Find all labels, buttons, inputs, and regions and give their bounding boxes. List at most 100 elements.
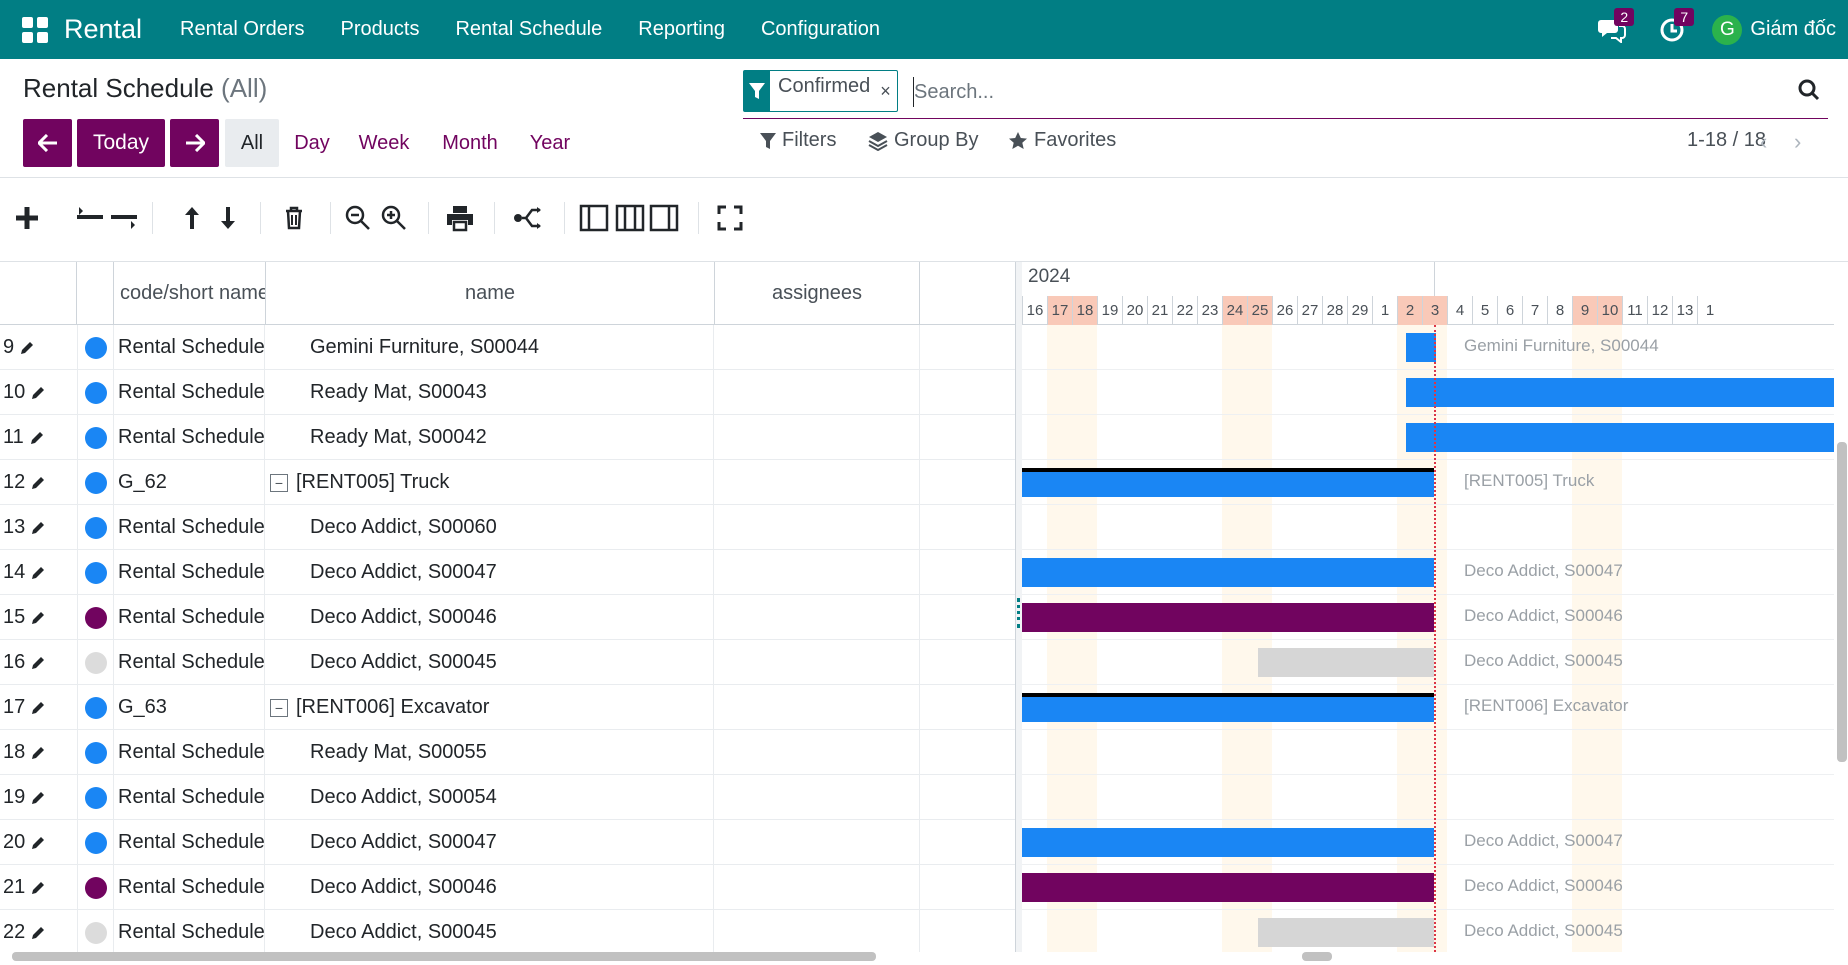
name-cell[interactable]: − [RENT006] Excavator <box>266 685 714 730</box>
zoom-in-icon[interactable] <box>378 202 410 234</box>
edit-pencil-icon[interactable] <box>20 341 34 355</box>
assignees-cell[interactable] <box>715 730 920 775</box>
code-cell[interactable]: Rental Schedule <box>114 865 265 910</box>
today-button[interactable]: Today <box>77 119 165 167</box>
code-cell[interactable]: Rental Schedule <box>114 325 265 370</box>
name-cell[interactable]: − [RENT005] Truck <box>266 460 714 505</box>
pager-prev-icon[interactable]: ‹ <box>1760 129 1767 155</box>
table-row[interactable]: 13 Rental Schedule Deco Addict, S00060 <box>0 505 1015 550</box>
vertical-scrollbar[interactable] <box>1834 262 1848 952</box>
search-icon[interactable] <box>1798 79 1820 101</box>
filters-dropdown[interactable]: Filters <box>760 129 836 152</box>
menu-configuration[interactable]: Configuration <box>743 18 898 41</box>
table-row[interactable]: 15 Rental Schedule Deco Addict, S00046 <box>0 595 1015 640</box>
name-cell[interactable]: Gemini Furniture, S00044 <box>266 325 714 370</box>
scrollbar-thumb[interactable] <box>1837 442 1847 762</box>
chart-only-icon[interactable] <box>648 202 680 234</box>
code-cell[interactable]: Rental Schedule <box>114 730 265 775</box>
scrollbar-thumb[interactable] <box>12 952 876 961</box>
user-name[interactable]: Giám đốc <box>1750 18 1836 41</box>
edit-pencil-icon[interactable] <box>31 521 45 535</box>
outdent-icon[interactable] <box>74 202 106 234</box>
edit-pencil-icon[interactable] <box>31 881 45 895</box>
table-row[interactable]: 16 Rental Schedule Deco Addict, S00045 <box>0 640 1015 685</box>
edit-pencil-icon[interactable] <box>31 746 45 760</box>
table-row[interactable]: 17 G_63− [RENT006] Excavator <box>0 685 1015 730</box>
fullscreen-icon[interactable] <box>714 202 746 234</box>
assignees-cell[interactable] <box>715 460 920 505</box>
activity-menu[interactable]: 7 <box>1642 0 1702 59</box>
assignees-cell[interactable] <box>715 775 920 820</box>
indent-icon[interactable] <box>108 202 140 234</box>
collapse-icon[interactable]: − <box>270 473 288 492</box>
table-row[interactable]: 20 Rental Schedule Deco Addict, S00047 <box>0 820 1015 865</box>
trash-icon[interactable] <box>278 202 310 234</box>
code-cell[interactable]: Rental Schedule <box>114 820 265 865</box>
table-row[interactable]: 19 Rental Schedule Deco Addict, S00054 <box>0 775 1015 820</box>
code-cell[interactable]: G_63 <box>114 685 265 730</box>
assignees-cell[interactable] <box>715 415 920 460</box>
table-row[interactable]: 21 Rental Schedule Deco Addict, S00046 <box>0 865 1015 910</box>
scale-week[interactable]: Week <box>352 119 416 167</box>
edit-pencil-icon[interactable] <box>31 386 45 400</box>
name-cell[interactable]: Deco Addict, S00047 <box>266 820 714 865</box>
move-down-icon[interactable] <box>212 202 244 234</box>
name-cell[interactable]: Deco Addict, S00045 <box>266 640 714 685</box>
table-row[interactable]: 11 Rental Schedule Ready Mat, S00042 <box>0 415 1015 460</box>
edit-pencil-icon[interactable] <box>31 476 45 490</box>
code-cell[interactable]: Rental Schedule <box>114 505 265 550</box>
app-brand[interactable]: Rental <box>64 14 142 45</box>
resize-handle-icon[interactable] <box>1017 598 1021 628</box>
code-cell[interactable]: Rental Schedule <box>114 595 265 640</box>
edit-pencil-icon[interactable] <box>30 431 44 445</box>
gantt-group-bar[interactable] <box>1022 468 1434 497</box>
menu-products[interactable]: Products <box>323 18 438 41</box>
scale-all[interactable]: All <box>225 119 279 167</box>
assignees-cell[interactable] <box>715 325 920 370</box>
gantt-task-bar[interactable] <box>1022 558 1434 587</box>
user-avatar[interactable]: G <box>1712 14 1743 45</box>
gantt-task-bar[interactable] <box>1258 918 1434 947</box>
pager-value[interactable]: 1-18 / 18 <box>1687 129 1766 152</box>
scale-month[interactable]: Month <box>432 119 508 167</box>
col-header-name[interactable]: name <box>266 262 715 325</box>
name-cell[interactable]: Deco Addict, S00060 <box>266 505 714 550</box>
move-up-icon[interactable] <box>176 202 208 234</box>
edit-pencil-icon[interactable] <box>31 611 45 625</box>
app-menu-icon[interactable] <box>22 16 48 43</box>
name-cell[interactable]: Deco Addict, S00054 <box>266 775 714 820</box>
scale-year[interactable]: Year <box>522 119 578 167</box>
code-cell[interactable]: Rental Schedule <box>114 640 265 685</box>
assignees-cell[interactable] <box>715 505 920 550</box>
name-cell[interactable]: Deco Addict, S00046 <box>266 865 714 910</box>
split-view-icon[interactable] <box>614 202 646 234</box>
table-row[interactable]: 10 Rental Schedule Ready Mat, S00043 <box>0 370 1015 415</box>
edit-pencil-icon[interactable] <box>31 701 45 715</box>
collapse-icon[interactable]: − <box>270 698 288 717</box>
name-cell[interactable]: Ready Mat, S00042 <box>266 415 714 460</box>
gantt-group-bar[interactable] <box>1022 693 1434 722</box>
groupby-dropdown[interactable]: Group By <box>868 129 978 152</box>
assignees-cell[interactable] <box>715 685 920 730</box>
table-row[interactable]: 18 Rental Schedule Ready Mat, S00055 <box>0 730 1015 775</box>
gantt-task-bar[interactable] <box>1022 603 1434 632</box>
gantt-task-bar[interactable] <box>1258 648 1434 677</box>
code-cell[interactable]: G_62 <box>114 460 265 505</box>
edit-pencil-icon[interactable] <box>31 926 45 940</box>
assignees-cell[interactable] <box>715 640 920 685</box>
edit-pencil-icon[interactable] <box>31 566 45 580</box>
print-icon[interactable] <box>444 202 476 234</box>
facet-remove-icon[interactable]: × <box>880 71 897 111</box>
name-cell[interactable]: Deco Addict, S00047 <box>266 550 714 595</box>
edit-pencil-icon[interactable] <box>31 656 45 670</box>
grid-only-icon[interactable] <box>578 202 610 234</box>
edit-pencil-icon[interactable] <box>31 836 45 850</box>
favorites-dropdown[interactable]: Favorites <box>1008 129 1116 152</box>
gantt-task-bar[interactable] <box>1022 828 1434 857</box>
code-cell[interactable]: Rental Schedule <box>114 415 265 460</box>
grid-horizontal-scrollbar[interactable] <box>0 946 1010 965</box>
add-icon[interactable] <box>11 202 43 234</box>
table-row[interactable]: 12 G_62− [RENT005] Truck <box>0 460 1015 505</box>
menu-rental-orders[interactable]: Rental Orders <box>162 18 323 41</box>
assignees-cell[interactable] <box>715 865 920 910</box>
